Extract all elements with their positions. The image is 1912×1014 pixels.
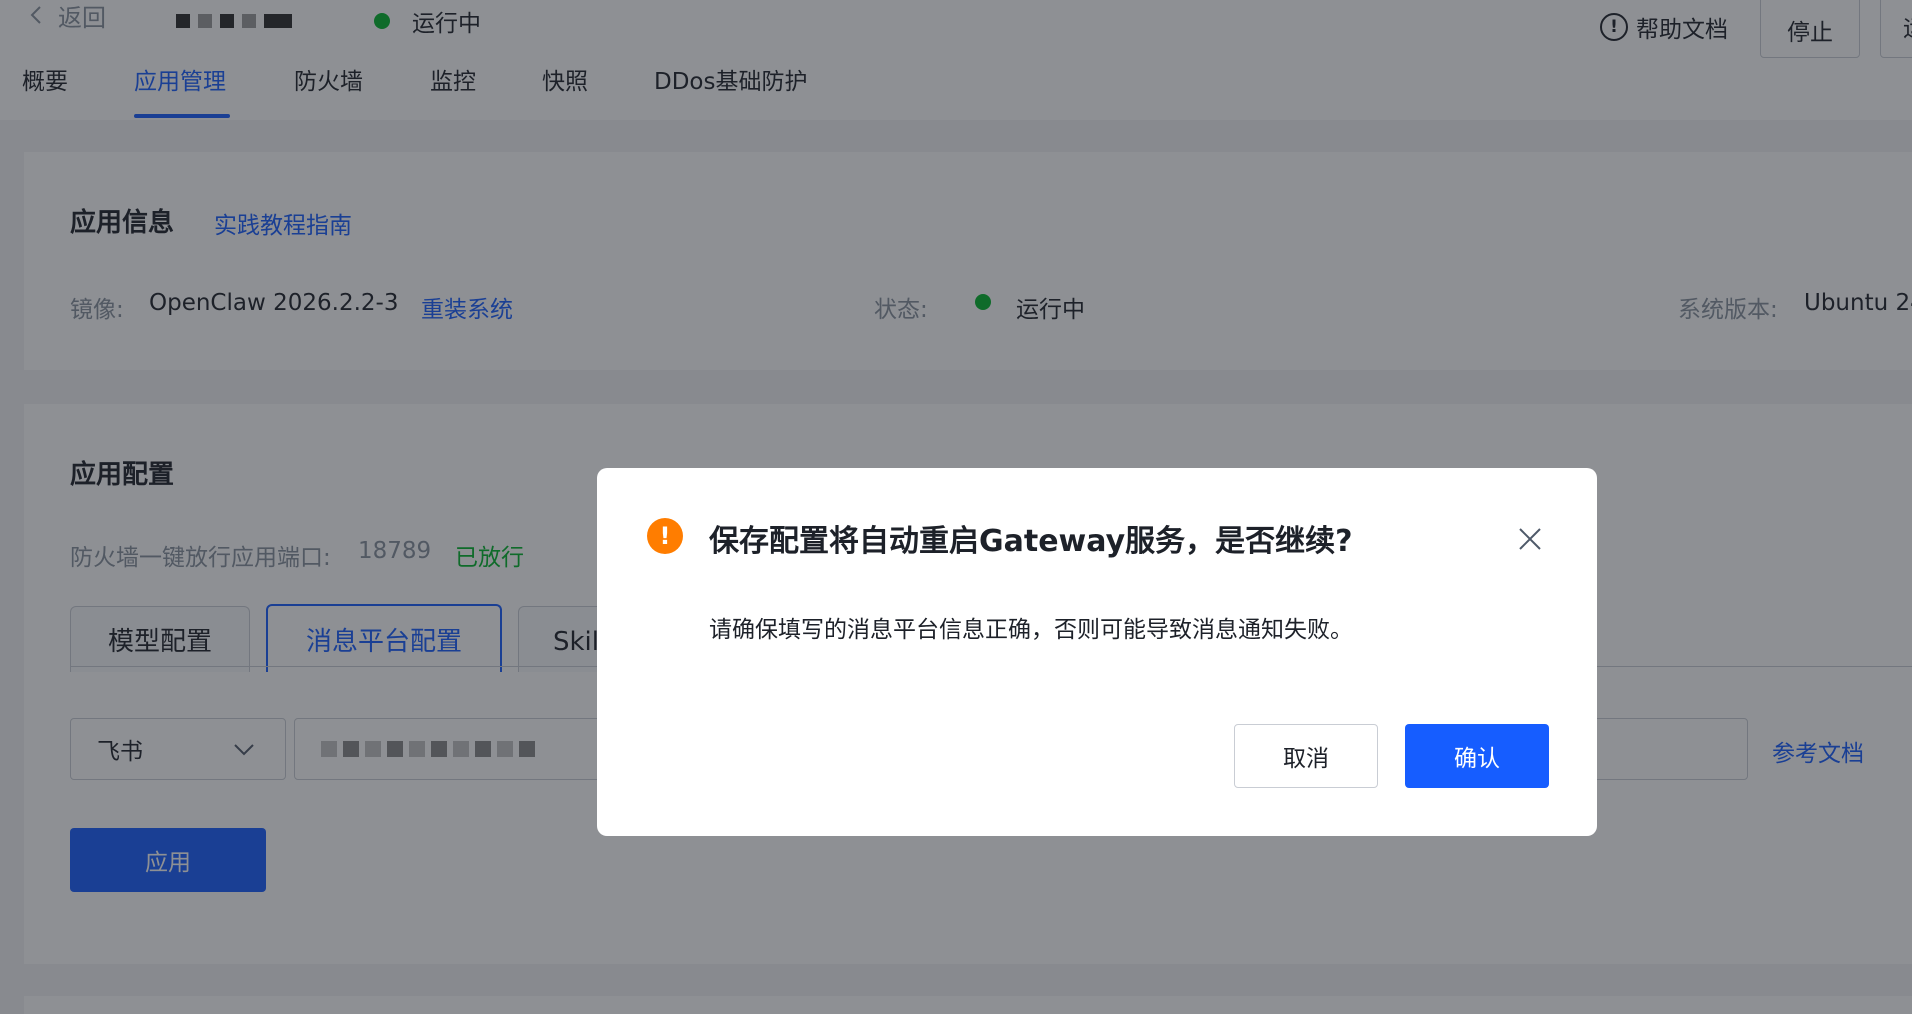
dialog-title: 保存配置将自动重启Gateway服务，是否继续? xyxy=(709,524,1353,559)
cancel-button[interactable]: 取消 xyxy=(1234,724,1378,788)
close-icon[interactable] xyxy=(1517,526,1543,552)
confirm-button[interactable]: 确认 xyxy=(1405,724,1549,788)
dialog-message: 请确保填写的消息平台信息正确，否则可能导致消息通知失败。 xyxy=(709,617,1353,643)
warning-icon: ! xyxy=(647,518,683,554)
confirm-dialog: ! 保存配置将自动重启Gateway服务，是否继续? 请确保填写的消息平台信息正… xyxy=(597,468,1597,836)
